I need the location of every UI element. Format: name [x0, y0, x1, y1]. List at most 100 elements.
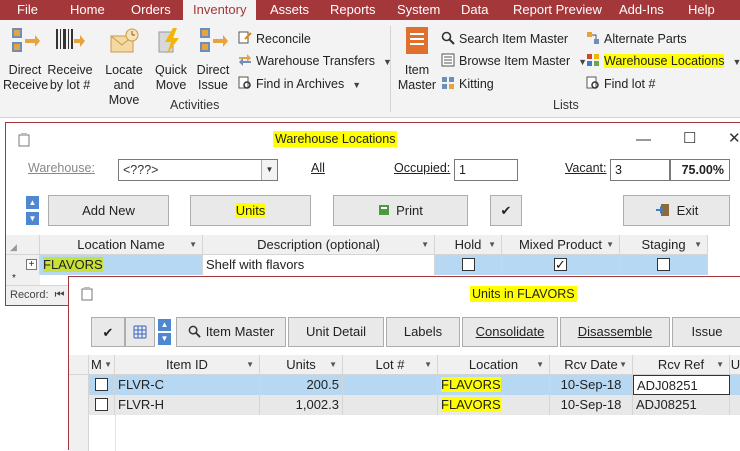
check-button[interactable]: ✔ — [91, 317, 125, 347]
units-button[interactable]: Units — [190, 195, 311, 226]
kitting-button[interactable]: Kitting — [441, 75, 494, 93]
cell-units[interactable]: 1,002.3 — [260, 395, 343, 415]
tab-orders[interactable]: Orders — [131, 0, 171, 20]
col-m[interactable]: M ▼ — [89, 355, 115, 375]
col-units[interactable]: Units ▼ — [260, 355, 343, 375]
col-hold-dropdown-icon[interactable]: ▼ — [488, 235, 496, 254]
cell-location-name[interactable]: FLAVORS — [40, 255, 203, 275]
cell-rcv-ref[interactable]: ADJ08251 — [633, 375, 730, 395]
find-in-archives-dropdown-icon[interactable]: ▼ — [352, 80, 361, 90]
row-select-checkbox[interactable] — [95, 398, 108, 411]
cell-lot[interactable] — [343, 395, 438, 415]
cell-item-id[interactable]: FLVR-H — [115, 395, 260, 415]
tab-home[interactable]: Home — [70, 0, 105, 20]
row-expander[interactable]: + — [6, 255, 40, 275]
col-rcv-date-dropdown-icon[interactable]: ▼ — [619, 355, 627, 374]
col-location-name[interactable]: Location Name ▼ — [40, 235, 203, 255]
exit-button[interactable]: Exit — [623, 195, 730, 226]
tab-help[interactable]: Help — [688, 0, 715, 20]
col-mixed-product-dropdown-icon[interactable]: ▼ — [606, 235, 614, 254]
chevron-down-icon[interactable]: ▼ — [261, 160, 277, 180]
cell-lot[interactable] — [343, 375, 438, 395]
tab-file[interactable]: File — [17, 0, 38, 20]
all-link[interactable]: All — [311, 161, 325, 175]
col-location[interactable]: Location ▼ — [438, 355, 550, 375]
col-staging[interactable]: Staging ▼ — [620, 235, 708, 255]
cell-m[interactable] — [89, 395, 115, 415]
arrow-up-icon[interactable]: ▲ — [26, 196, 39, 209]
warehouse-transfers-button[interactable]: Warehouse Transfers ▼ — [238, 52, 392, 70]
cell-description[interactable]: Shelf with flavors — [203, 255, 435, 275]
warehouse-locations-button[interactable]: Warehouse Locations ▼ — [586, 52, 740, 70]
mixed-product-checkbox[interactable] — [554, 255, 567, 274]
tab-system[interactable]: System — [397, 0, 440, 20]
cell-location[interactable]: FLAVORS — [438, 395, 550, 415]
staging-checkbox[interactable] — [657, 258, 670, 271]
table-row[interactable]: + FLAVORS Shelf with flavors — [6, 255, 708, 275]
disassemble-button[interactable]: Disassemble — [560, 317, 670, 347]
select-check-button[interactable]: ✔ — [490, 195, 522, 226]
sort-arrows[interactable]: ▲ ▼ — [26, 196, 40, 226]
cell-rcv-date[interactable]: 10-Sep-18 — [550, 395, 633, 415]
tab-reports[interactable]: Reports — [330, 0, 376, 20]
tab-assets[interactable]: Assets — [270, 0, 309, 20]
search-item-master-button[interactable]: Search Item Master — [441, 30, 568, 48]
col-description-dropdown-icon[interactable]: ▼ — [421, 235, 429, 254]
col-rcv-date[interactable]: Rcv Date ▼ — [550, 355, 633, 375]
col-location-dropdown-icon[interactable]: ▼ — [536, 355, 544, 374]
cell-location[interactable]: FLAVORS — [438, 375, 550, 395]
tab-data[interactable]: Data — [461, 0, 488, 20]
arrow-down-icon[interactable]: ▼ — [158, 333, 171, 345]
issue-button[interactable]: Issue — [672, 317, 740, 347]
col-u[interactable]: U — [730, 355, 740, 375]
col-hold[interactable]: Hold ▼ — [435, 235, 502, 255]
item-master-subform-button[interactable]: Item Master — [176, 317, 286, 347]
cell-rcv-ref[interactable]: ADJ08251 — [633, 395, 730, 415]
add-new-button[interactable]: Add New — [48, 195, 169, 226]
vacant-field[interactable]: 3 — [610, 159, 670, 181]
cell-rcv-date[interactable]: 10-Sep-18 — [550, 375, 633, 395]
browse-item-master-button[interactable]: Browse Item Master ▼ — [441, 52, 587, 70]
direct-receive-button[interactable]: Direct Receive — [3, 26, 48, 93]
warehouse-locations-dropdown-icon[interactable]: ▼ — [732, 57, 740, 67]
cell-item-id[interactable]: FLVR-C — [115, 375, 260, 395]
col-item-id-dropdown-icon[interactable]: ▼ — [246, 355, 254, 374]
col-lot-dropdown-icon[interactable]: ▼ — [424, 355, 432, 374]
arrow-up-icon[interactable]: ▲ — [158, 319, 171, 331]
cell-m[interactable] — [89, 375, 115, 395]
cell-hold[interactable] — [435, 255, 502, 275]
expand-plus-icon[interactable]: + — [26, 259, 37, 270]
col-item-id[interactable]: Item ID ▼ — [115, 355, 260, 375]
locate-and-move-button[interactable]: Locate and Move — [98, 26, 150, 108]
col-m-dropdown-icon[interactable]: ▼ — [104, 355, 112, 374]
col-units-dropdown-icon[interactable]: ▼ — [329, 355, 337, 374]
quick-move-button[interactable]: Quick Move — [152, 26, 190, 93]
reconcile-button[interactable]: Reconcile — [238, 30, 311, 48]
col-staging-dropdown-icon[interactable]: ▼ — [694, 235, 702, 254]
subform-sort-arrows[interactable]: ▲ ▼ — [158, 319, 172, 347]
occupied-field[interactable]: 1 — [454, 159, 518, 181]
table-row[interactable]: FLVR-H 1,002.3 FLAVORS 10-Sep-18 ADJ0825… — [69, 395, 740, 415]
consolidate-button[interactable]: Consolidate — [462, 317, 558, 347]
row-selector[interactable] — [69, 375, 89, 395]
col-lot[interactable]: Lot # ▼ — [343, 355, 438, 375]
close-button[interactable]: ✕ — [728, 129, 740, 147]
tab-add-ins[interactable]: Add-Ins — [619, 0, 664, 20]
tab-report-preview[interactable]: Report Preview — [513, 0, 602, 20]
receive-by-lot-button[interactable]: Receive by lot # — [47, 26, 93, 93]
maximize-button[interactable]: ☐ — [683, 129, 696, 147]
col-rcv-ref-dropdown-icon[interactable]: ▼ — [716, 355, 724, 374]
alternate-parts-button[interactable]: Alternate Parts — [586, 30, 687, 48]
find-lot-button[interactable]: Find lot # — [586, 75, 655, 93]
cell-staging[interactable] — [620, 255, 708, 275]
labels-button[interactable]: Labels — [386, 317, 460, 347]
direct-issue-button[interactable]: Direct Issue — [194, 26, 232, 93]
table-row[interactable]: FLVR-C 200.5 FLAVORS 10-Sep-18 ADJ08251 — [69, 375, 740, 395]
first-record-icon[interactable]: ⏮ — [55, 289, 65, 301]
row-select-checkbox[interactable] — [95, 378, 108, 391]
cell-mixed-product[interactable] — [502, 255, 620, 275]
item-master-button[interactable]: Item Master — [397, 26, 437, 93]
print-button[interactable]: Print — [333, 195, 468, 226]
cell-units[interactable]: 200.5 — [260, 375, 343, 395]
col-location-name-dropdown-icon[interactable]: ▼ — [189, 235, 197, 254]
